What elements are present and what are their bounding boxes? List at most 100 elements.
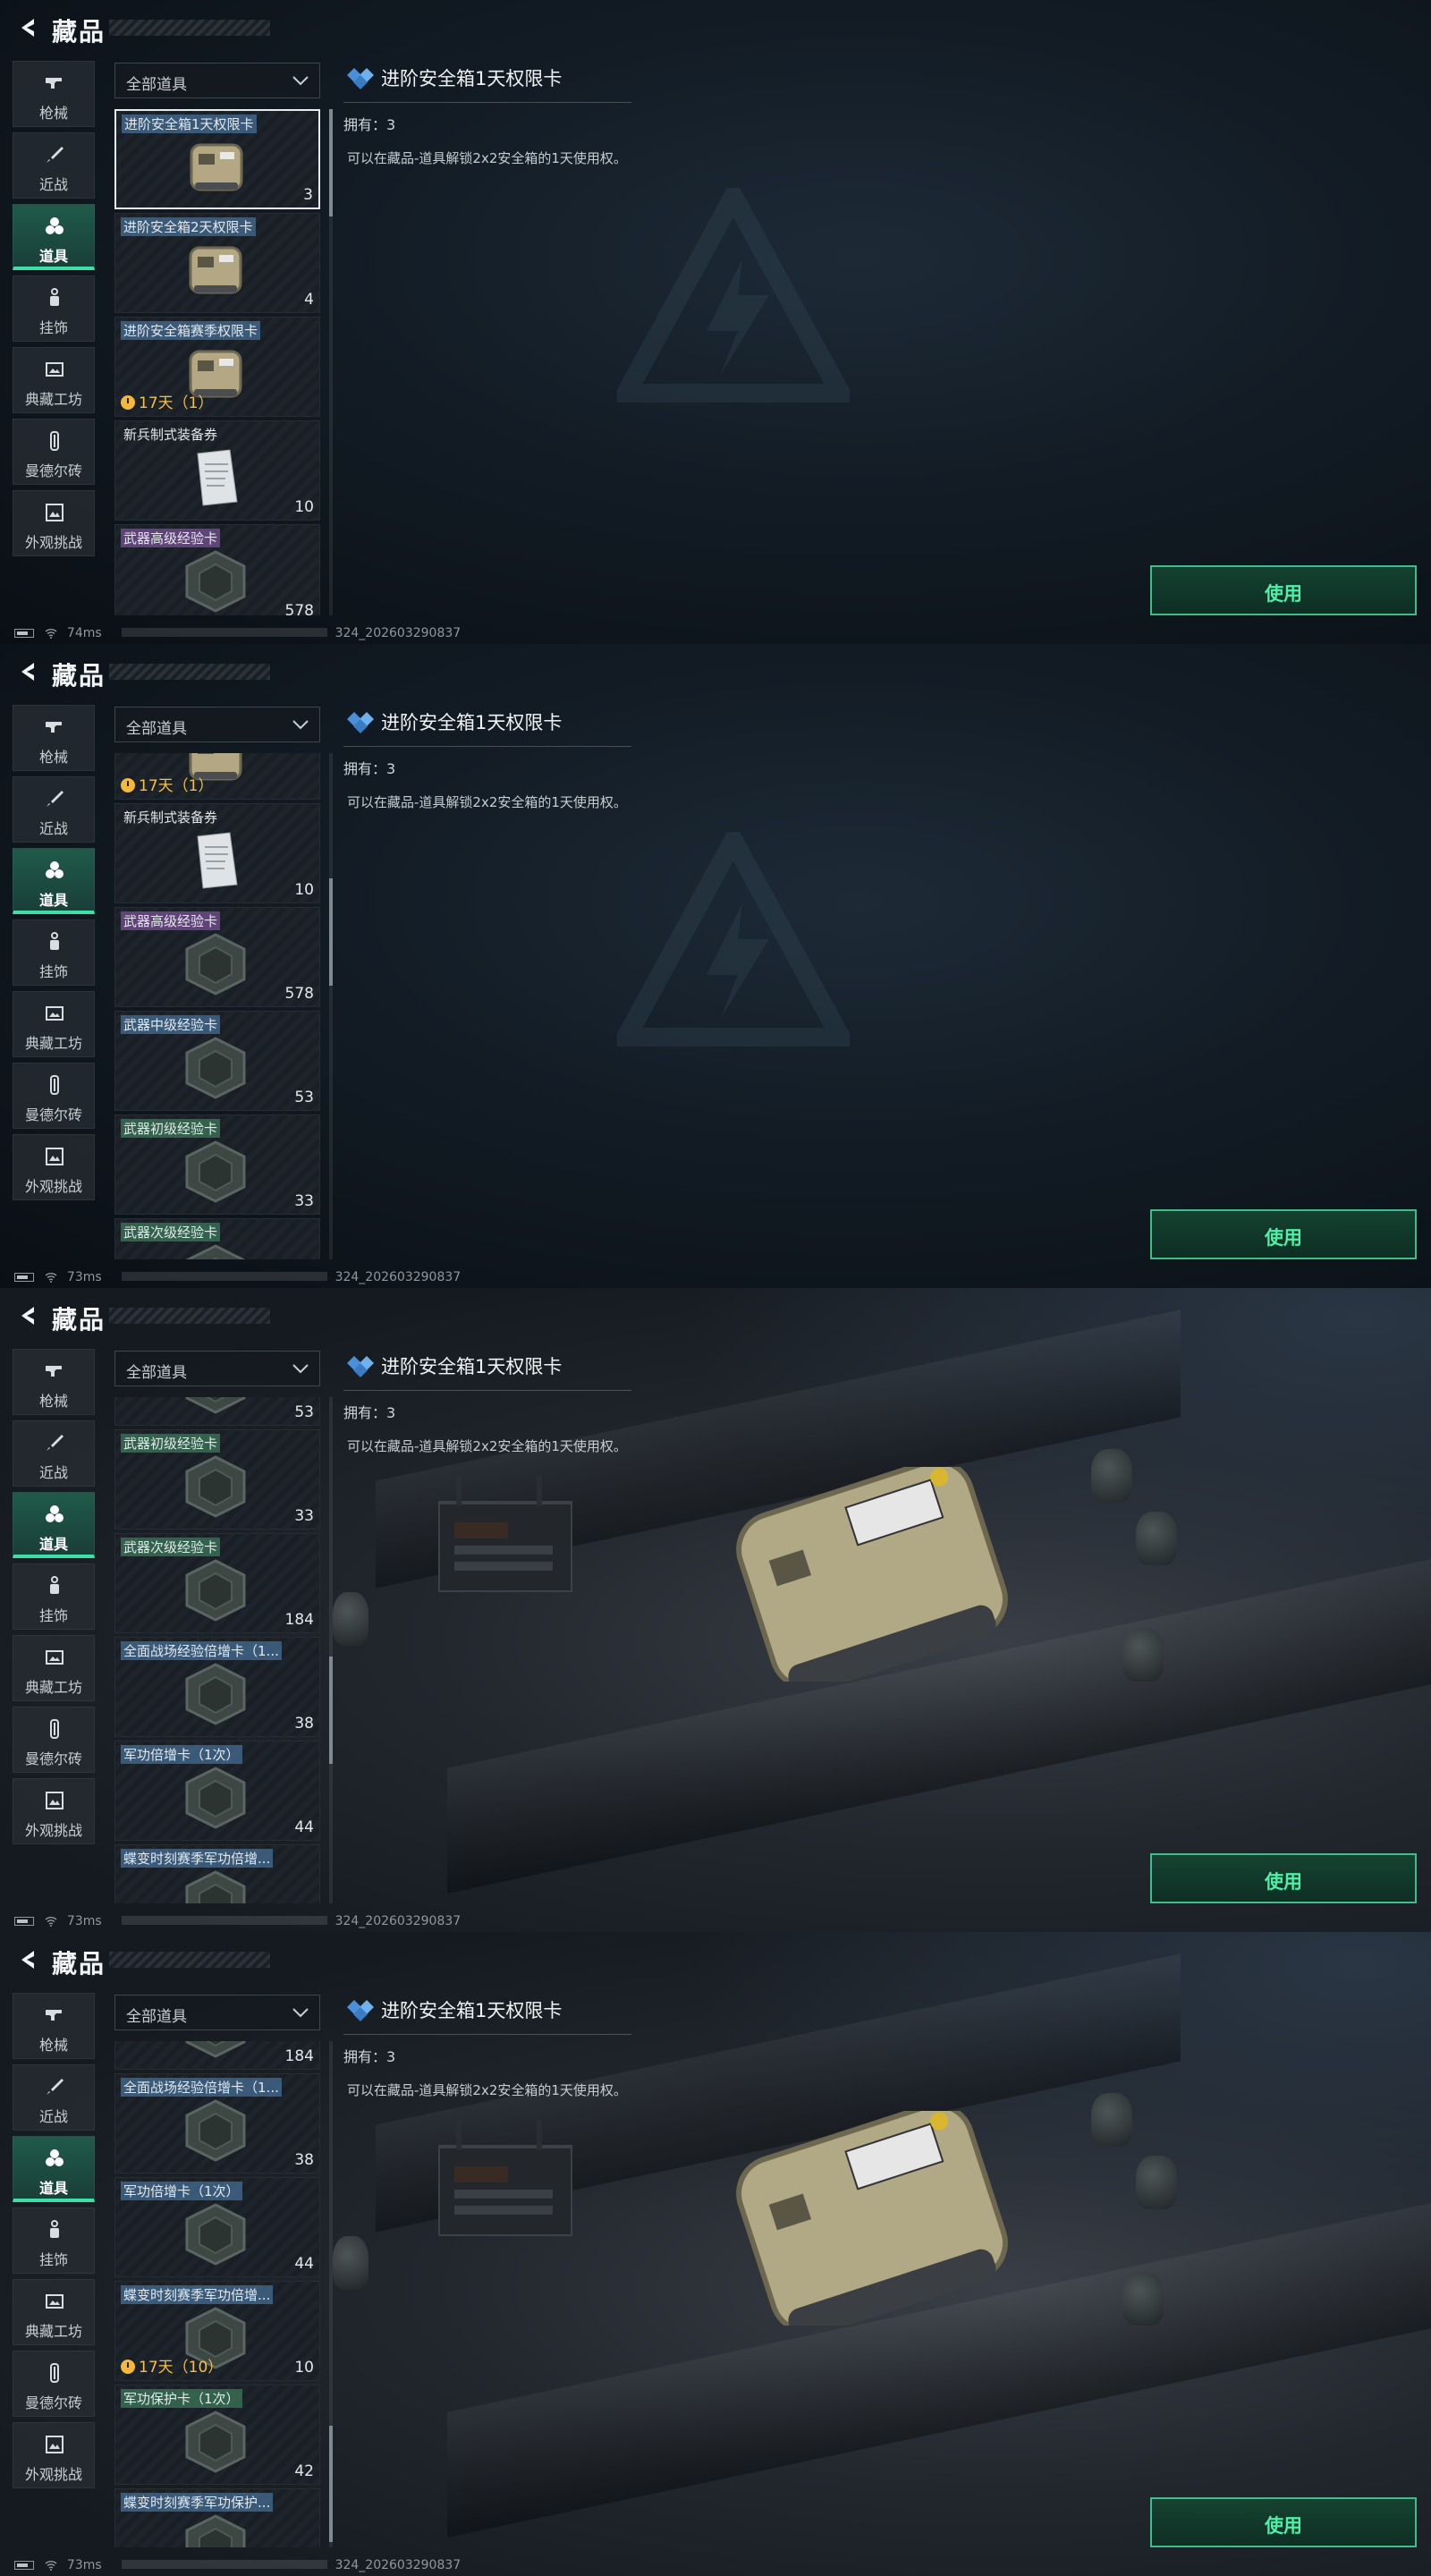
sidebar-item[interactable]: 近战 <box>13 1420 95 1487</box>
item-count: 3 <box>303 186 313 204</box>
item-card[interactable]: 17天（1） <box>114 753 320 800</box>
scrollbar-thumb[interactable] <box>329 2426 333 2542</box>
charm-icon <box>44 2219 65 2241</box>
sidebar-item[interactable]: 挂饰 <box>13 2207 95 2274</box>
item-card[interactable]: 蝶变时刻赛季军功倍增... 17天（10） 10 <box>114 2281 320 2381</box>
sidebar-item[interactable]: 挂饰 <box>13 1563 95 1630</box>
item-filter-dropdown[interactable]: 全部道具 <box>114 63 320 98</box>
use-button[interactable]: 使用 <box>1150 1853 1417 1903</box>
item-filter-dropdown[interactable]: 全部道具 <box>114 707 320 742</box>
item-card[interactable]: 军功倍增卡（1次） 44 <box>114 1741 320 1841</box>
item-card[interactable]: 武器高级经验卡 578 <box>114 907 320 1007</box>
item-card[interactable]: 武器次级经验卡 <box>114 1218 320 1259</box>
gun-icon <box>44 72 65 94</box>
sidebar-item[interactable]: 典藏工坊 <box>13 347 95 413</box>
item-card[interactable]: 184 <box>114 2041 320 2070</box>
item-name: 蝶变时刻赛季军功倍增... <box>121 1849 274 1868</box>
item-thumbnail <box>178 1868 253 1903</box>
redacted-text <box>122 1272 328 1281</box>
item-description: 可以在藏品-道具解锁2x2安全箱的1天使用权。 <box>347 1438 627 1454</box>
item-filter-dropdown[interactable]: 全部道具 <box>114 1995 320 2030</box>
workshop-icon <box>44 359 65 380</box>
sidebar-item-label: 道具 <box>38 1536 68 1553</box>
sidebar-item-label: 外观挑战 <box>24 534 82 551</box>
sidebar-item[interactable]: 近战 <box>13 132 95 199</box>
sidebar-item[interactable]: 道具 <box>13 848 95 914</box>
item-card[interactable]: 新兵制式装备券 10 <box>114 803 320 903</box>
item-name: 武器初级经验卡 <box>121 1119 221 1138</box>
sidebar-item[interactable]: 枪械 <box>13 1349 95 1415</box>
item-card[interactable]: 新兵制式装备券 10 <box>114 420 320 521</box>
item-card[interactable]: 武器次级经验卡 184 <box>114 1533 320 1633</box>
sidebar-item-label: 枪械 <box>38 105 68 122</box>
sidebar-item[interactable]: 典藏工坊 <box>13 2279 95 2345</box>
back-arrow-icon[interactable] <box>16 1304 39 1327</box>
item-card[interactable]: 进阶安全箱赛季权限卡 17天（1） <box>114 317 320 417</box>
item-name: 新兵制式装备券 <box>123 809 218 826</box>
sidebar-item[interactable]: 近战 <box>13 2064 95 2131</box>
sidebar-item[interactable]: 挂饰 <box>13 275 95 342</box>
sidebar-item[interactable]: 外观挑战 <box>13 1134 95 1200</box>
status-bar: 73ms 324_202603290837 <box>14 1914 461 1930</box>
item-name: 进阶安全箱1天权限卡 <box>122 114 257 133</box>
item-card[interactable]: 全面战场经验倍增卡（1... 38 <box>114 1637 320 1737</box>
list-scrollbar[interactable] <box>329 109 333 615</box>
item-card[interactable]: 军功保护卡（1次） 42 <box>114 2385 320 2485</box>
item-name: 武器中级经验卡 <box>121 1015 221 1034</box>
sidebar-item-label: 典藏工坊 <box>24 2323 82 2340</box>
back-arrow-icon[interactable] <box>16 1948 39 1971</box>
sidebar-item[interactable]: 典藏工坊 <box>13 1635 95 1701</box>
sidebar-item[interactable]: 曼德尔砖 <box>13 2351 95 2417</box>
item-card[interactable]: 53 <box>114 1397 320 1426</box>
item-count: 38 <box>294 2151 314 2169</box>
sidebar-item[interactable]: 近战 <box>13 776 95 843</box>
list-scrollbar[interactable] <box>329 753 333 1259</box>
item-card[interactable]: 进阶安全箱2天权限卡 4 <box>114 213 320 313</box>
item-card[interactable]: 蝶变时刻赛季军功倍增... <box>114 1844 320 1903</box>
workshop-icon <box>44 1647 65 1668</box>
item-card[interactable]: 武器初级经验卡 33 <box>114 1114 320 1215</box>
sidebar-item[interactable]: 道具 <box>13 1492 95 1558</box>
sidebar-item[interactable]: 道具 <box>13 204 95 270</box>
back-arrow-icon[interactable] <box>16 660 39 683</box>
sidebar-item[interactable]: 曼德尔砖 <box>13 1707 95 1773</box>
sidebar-item[interactable]: 典藏工坊 <box>13 991 95 1057</box>
gun-icon <box>44 2004 65 2026</box>
sidebar-item[interactable]: 道具 <box>13 2136 95 2202</box>
item-card[interactable]: 军功倍增卡（1次） 44 <box>114 2177 320 2277</box>
use-button[interactable]: 使用 <box>1150 2497 1417 2547</box>
divider <box>343 102 631 103</box>
sidebar-item[interactable]: 曼德尔砖 <box>13 419 95 485</box>
sidebar-item[interactable]: 挂饰 <box>13 919 95 986</box>
list-scrollbar[interactable] <box>329 2041 333 2547</box>
back-arrow-icon[interactable] <box>16 16 39 39</box>
sidebar-item[interactable]: 外观挑战 <box>13 1778 95 1844</box>
use-button[interactable]: 使用 <box>1150 565 1417 615</box>
items-icon <box>44 860 65 881</box>
sidebar-item[interactable]: 枪械 <box>13 61 95 127</box>
item-card[interactable]: 武器高级经验卡 578 <box>114 524 320 615</box>
sidebar-item[interactable]: 曼德尔砖 <box>13 1063 95 1129</box>
item-card[interactable]: 进阶安全箱1天权限卡 3 <box>114 109 320 209</box>
sidebar-item[interactable]: 外观挑战 <box>13 2422 95 2488</box>
item-card[interactable]: 武器中级经验卡 53 <box>114 1011 320 1111</box>
item-card[interactable]: 蝶变时刻赛季军功保护... <box>114 2488 320 2547</box>
item-count: 10 <box>294 2359 314 2377</box>
brick-icon <box>44 1718 65 1740</box>
sidebar-item[interactable]: 枪械 <box>13 705 95 771</box>
use-button[interactable]: 使用 <box>1150 1209 1417 1259</box>
item-count: 44 <box>294 1818 314 1836</box>
scrollbar-thumb[interactable] <box>329 878 333 986</box>
item-card[interactable]: 全面战场经验倍增卡（1... 38 <box>114 2073 320 2174</box>
item-filter-dropdown[interactable]: 全部道具 <box>114 1351 320 1386</box>
item-card[interactable]: 武器初级经验卡 33 <box>114 1429 320 1530</box>
scrollbar-thumb[interactable] <box>329 1657 333 1764</box>
item-rarity-icon <box>347 68 374 89</box>
sidebar-item-label: 挂饰 <box>38 1607 68 1624</box>
sidebar-item[interactable]: 枪械 <box>13 1993 95 2059</box>
scrollbar-thumb[interactable] <box>329 109 333 216</box>
build-code: 324_202603290837 <box>334 1914 461 1928</box>
sidebar-item[interactable]: 外观挑战 <box>13 490 95 556</box>
list-scrollbar[interactable] <box>329 1397 333 1903</box>
item-description: 可以在藏品-道具解锁2x2安全箱的1天使用权。 <box>347 2082 627 2098</box>
